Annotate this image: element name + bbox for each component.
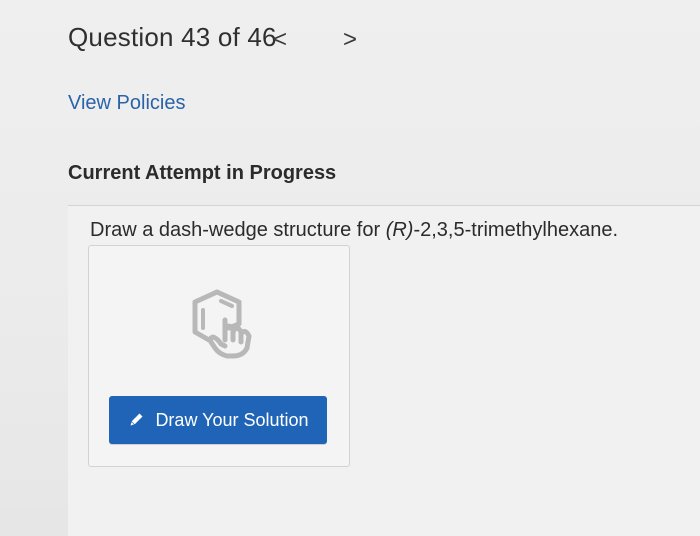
previous-question-button[interactable]: < bbox=[268, 28, 292, 52]
pencil-icon bbox=[129, 413, 143, 427]
drawing-widget: Draw Your Solution bbox=[88, 245, 350, 467]
question-prefix: Draw a dash-wedge structure for bbox=[90, 219, 386, 241]
question-counter: Question 43 of 46 bbox=[68, 22, 277, 52]
question-text: Draw a dash-wedge structure for (R)-2,3,… bbox=[90, 219, 618, 242]
draw-your-solution-button[interactable]: Draw Your Solution bbox=[109, 396, 327, 444]
attempt-status-heading: Current Attempt in Progress bbox=[68, 162, 337, 184]
section-divider bbox=[68, 205, 700, 206]
stereo-descriptor: (R) bbox=[385, 219, 414, 241]
page: Question 43 of 46 < > View Policies Curr… bbox=[0, 0, 700, 536]
next-question-button[interactable]: > bbox=[338, 28, 362, 52]
question-header: Question 43 of 46 bbox=[68, 22, 277, 53]
view-policies-link[interactable]: View Policies bbox=[68, 92, 185, 115]
question-suffix: -2,3,5-trimethylhexane. bbox=[413, 219, 618, 241]
draw-button-label: Draw Your Solution bbox=[155, 409, 309, 430]
molecule-drawing-icon bbox=[192, 289, 252, 359]
